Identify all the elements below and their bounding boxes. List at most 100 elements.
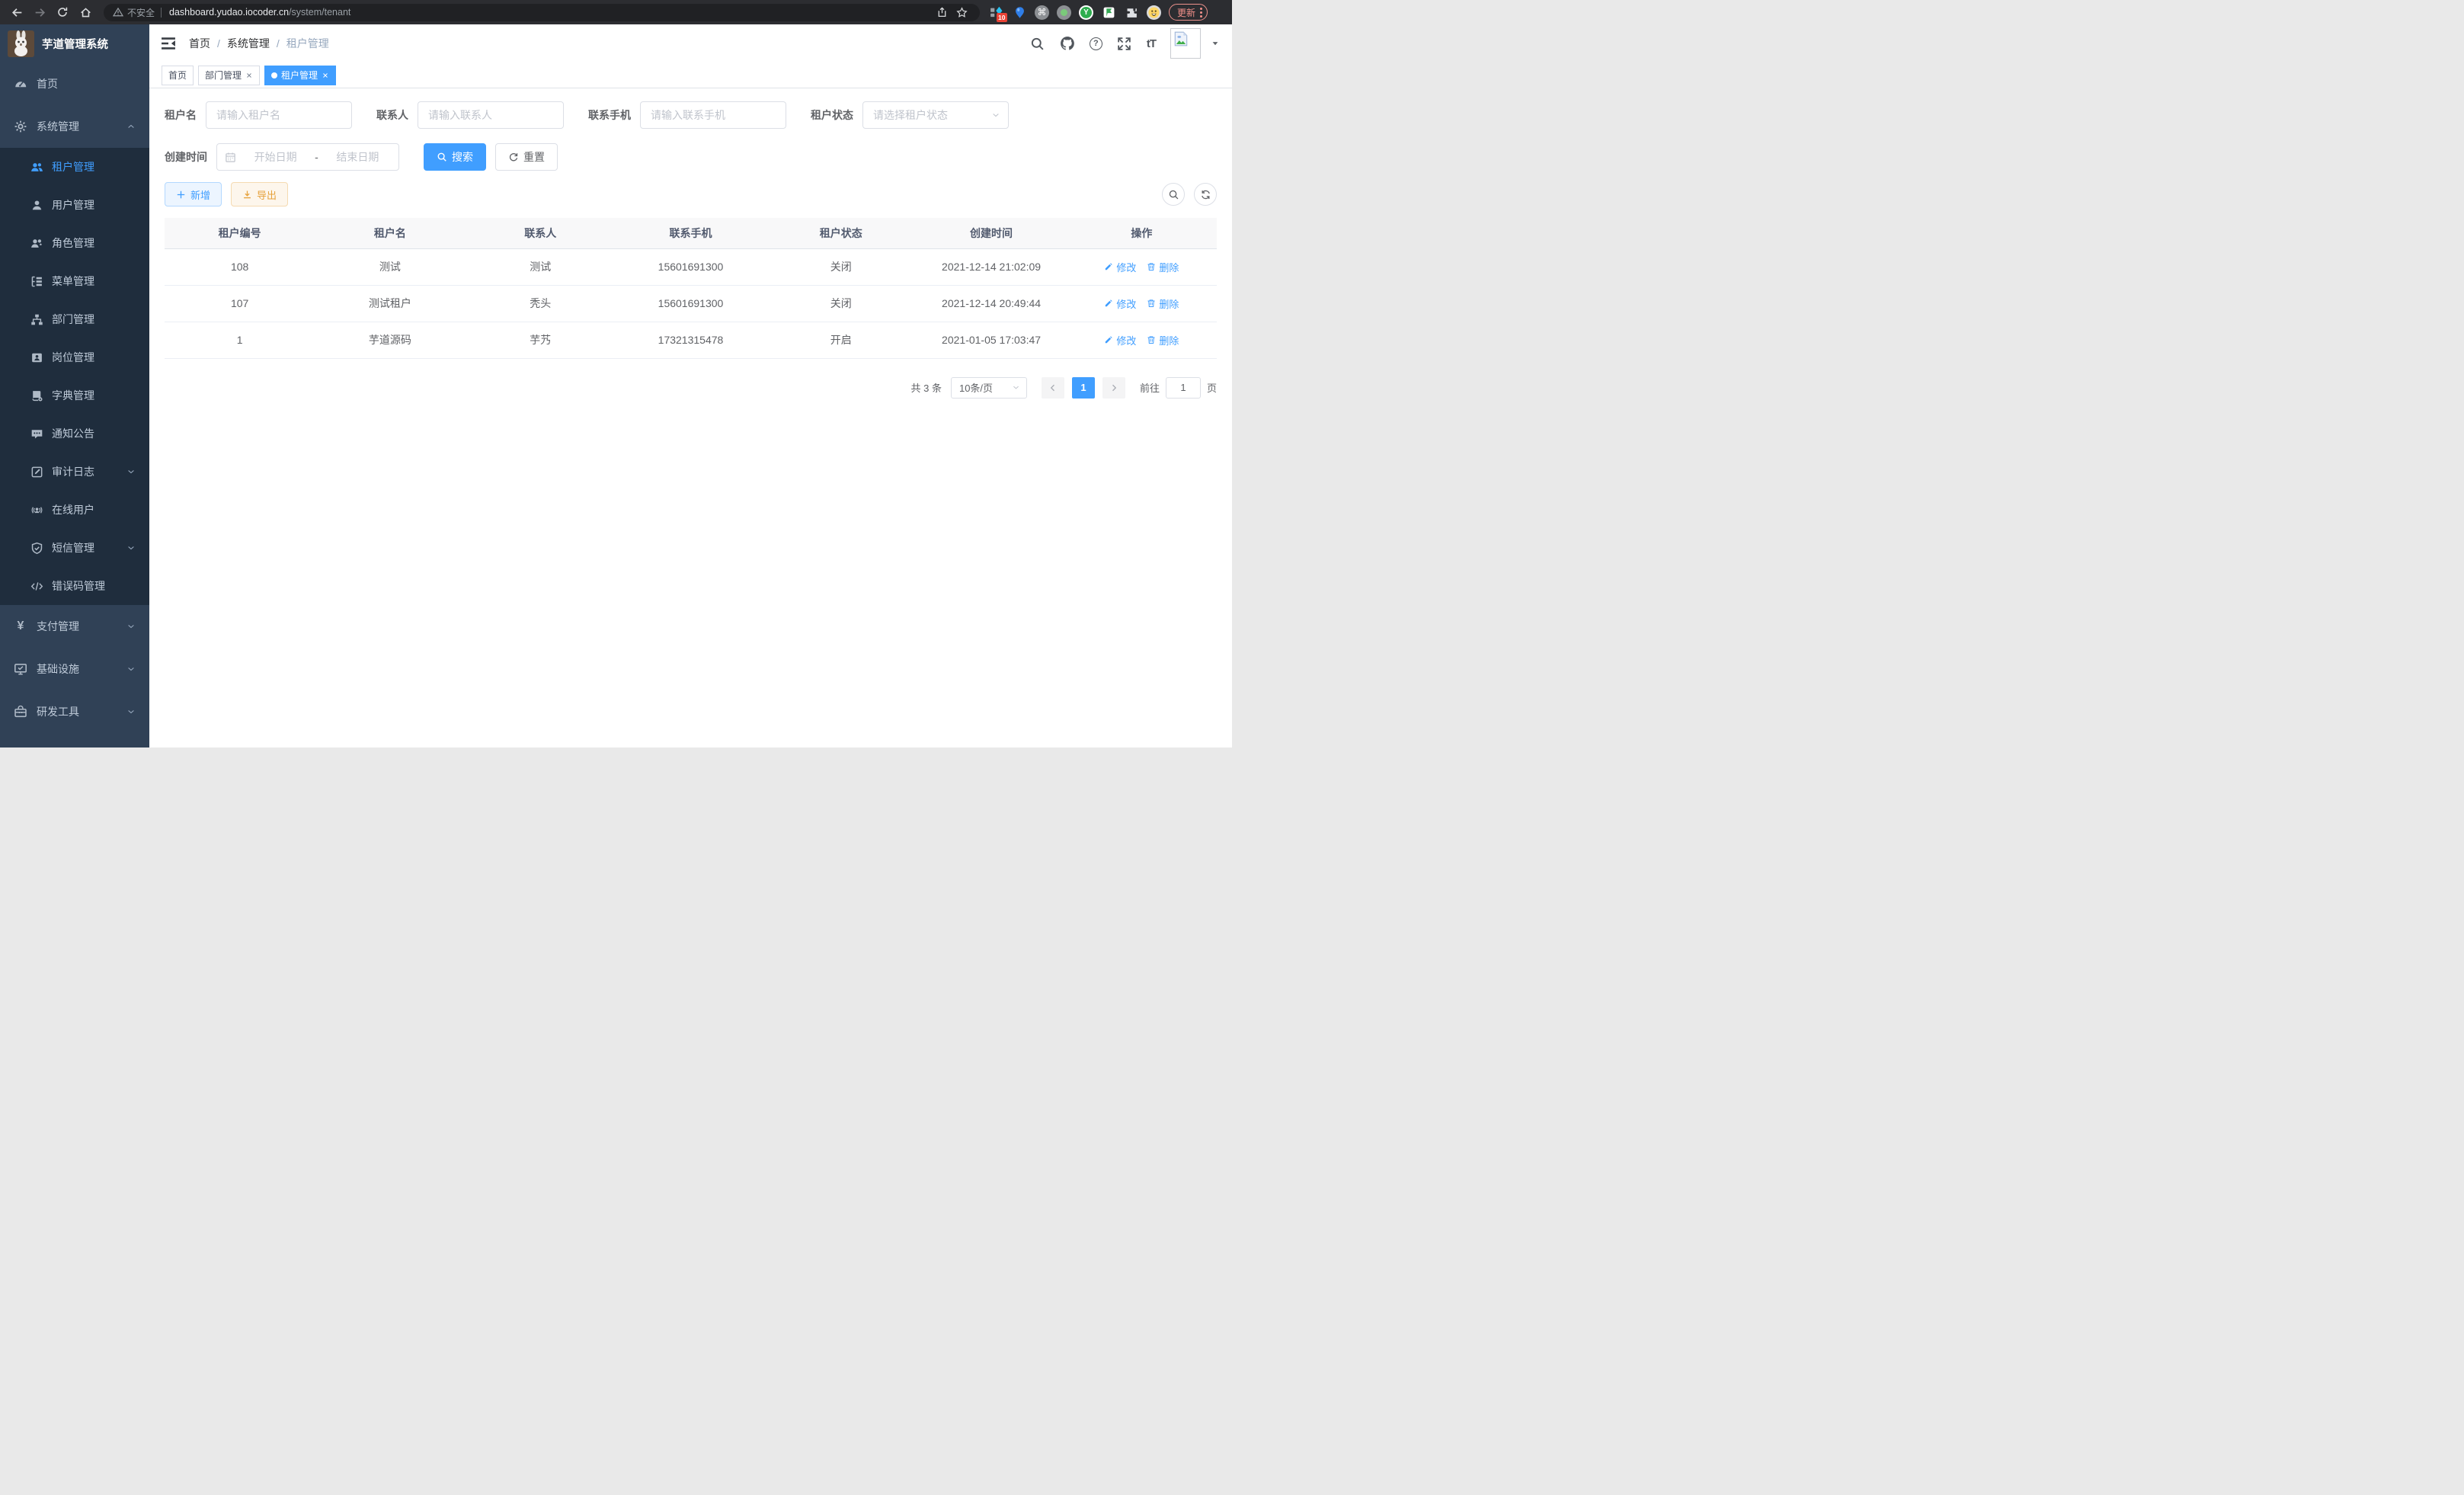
sidebar-item-role[interactable]: 角色管理 — [0, 224, 149, 262]
status-select[interactable]: 请选择租户状态 — [862, 101, 1009, 129]
extension-green-dot-icon[interactable] — [1057, 5, 1071, 20]
edit-link[interactable]: 修改 — [1104, 296, 1136, 311]
browser-forward-button[interactable] — [30, 3, 49, 21]
cell-tenant-id: 108 — [165, 248, 315, 285]
close-icon[interactable] — [245, 72, 253, 79]
extension-devtools-icon[interactable]: 10 — [989, 5, 1004, 20]
sidebar-item-tenant[interactable]: 租户管理 — [0, 148, 149, 186]
org-chart-icon — [30, 313, 43, 326]
sidebar-item-label: 通知公告 — [52, 426, 94, 441]
fullscreen-icon[interactable] — [1117, 36, 1132, 51]
sidebar-item-online-users[interactable]: 在线用户 — [0, 491, 149, 529]
sidebar-item-dept[interactable]: 部门管理 — [0, 300, 149, 338]
browser-reload-button[interactable] — [53, 3, 72, 21]
cell-contact: 芋艿 — [466, 322, 616, 358]
sidebar-item-notice[interactable]: 通知公告 — [0, 415, 149, 453]
sidebar-item-label: 审计日志 — [52, 464, 94, 479]
warning-triangle-icon — [113, 7, 123, 18]
sidebar-collapse-button[interactable] — [160, 35, 177, 52]
browser-home-button[interactable] — [76, 3, 94, 21]
header-search-icon[interactable] — [1030, 36, 1045, 51]
sidebar-item-post[interactable]: 岗位管理 — [0, 338, 149, 376]
goto-label: 前往 — [1140, 380, 1160, 395]
reset-button[interactable]: 重置 — [495, 143, 558, 171]
sidebar-item-label: 支付管理 — [37, 619, 79, 634]
cell-contact: 秃头 — [466, 285, 616, 322]
browser-update-button[interactable]: 更新 — [1169, 4, 1208, 21]
sidebar-item-user[interactable]: 用户管理 — [0, 186, 149, 224]
sidebar-item-infra[interactable]: 基础设施 — [0, 648, 149, 690]
browser-menu-kebab-icon[interactable] — [1200, 8, 1202, 18]
goto-page-input[interactable] — [1166, 377, 1201, 399]
sidebar-item-home[interactable]: 首页 — [0, 62, 149, 105]
extensions-puzzle-icon[interactable] — [1124, 5, 1139, 20]
search-button[interactable]: 搜索 — [424, 143, 486, 171]
share-button[interactable] — [933, 3, 951, 21]
avatar-caret-icon[interactable] — [1211, 39, 1220, 48]
chevron-down-icon — [126, 664, 136, 674]
breadcrumb-home[interactable]: 首页 — [189, 36, 210, 51]
export-button[interactable]: 导出 — [231, 182, 288, 206]
extension-flag-icon[interactable] — [1101, 5, 1116, 20]
browser-back-button[interactable] — [8, 3, 26, 21]
prev-page-button[interactable] — [1042, 377, 1064, 399]
sidebar-item-sms[interactable]: 短信管理 — [0, 529, 149, 567]
add-button[interactable]: 新增 — [165, 182, 222, 206]
tab-tenant[interactable]: 租户管理 — [264, 66, 336, 85]
user-avatar[interactable] — [1170, 28, 1201, 59]
font-size-icon[interactable]: tT — [1147, 37, 1156, 50]
breadcrumb-separator: / — [217, 37, 220, 50]
page-size-select[interactable]: 10条/页 — [951, 377, 1027, 399]
sidebar-item-dict[interactable]: 字典管理 — [0, 376, 149, 415]
extension-y-icon[interactable]: Y — [1079, 5, 1093, 20]
security-label: 不安全 — [127, 6, 155, 19]
cell-actions: 修改删除 — [1067, 285, 1217, 322]
tab-dept[interactable]: 部门管理 — [198, 66, 260, 85]
create-time-range-picker[interactable]: 开始日期 - 结束日期 — [216, 143, 399, 171]
announcement-icon — [30, 427, 43, 440]
sidebar-item-devtools[interactable]: 研发工具 — [0, 690, 149, 733]
extension-balloon-icon[interactable] — [1012, 5, 1027, 20]
chevron-down-icon — [126, 707, 136, 716]
extension-command-icon[interactable]: ⌘ — [1035, 5, 1049, 20]
cell-actions: 修改删除 — [1067, 248, 1217, 285]
breadcrumb-system[interactable]: 系统管理 — [227, 36, 270, 51]
shield-check-icon — [30, 542, 43, 555]
sidebar-item-menu[interactable]: 菜单管理 — [0, 262, 149, 300]
yen-icon: ¥ — [14, 619, 27, 633]
toggle-search-button[interactable] — [1162, 183, 1185, 206]
page-number-1[interactable]: 1 — [1072, 377, 1095, 399]
users-icon — [30, 161, 43, 174]
contact-input[interactable] — [418, 101, 564, 129]
address-bar[interactable]: 不安全 dashboard.yudao.iocoder.cn/system/te… — [104, 4, 980, 21]
bookmark-star-button[interactable] — [952, 3, 971, 21]
edit-link[interactable]: 修改 — [1104, 333, 1136, 347]
close-icon[interactable] — [322, 72, 329, 79]
download-icon — [242, 190, 252, 200]
trash-icon — [1147, 262, 1156, 271]
help-icon[interactable]: ? — [1090, 37, 1102, 50]
github-icon[interactable] — [1060, 36, 1075, 51]
profile-avatar-icon[interactable] — [1147, 5, 1161, 20]
breadcrumb-separator: / — [277, 37, 280, 50]
delete-link[interactable]: 删除 — [1147, 333, 1179, 347]
sidebar-item-error-code[interactable]: 错误码管理 — [0, 567, 149, 605]
home-icon — [79, 6, 92, 19]
refresh-icon — [1200, 189, 1211, 200]
tenant-name-input[interactable] — [206, 101, 352, 129]
sidebar-item-pay[interactable]: ¥ 支付管理 — [0, 605, 149, 648]
chevron-left-icon — [1048, 383, 1058, 392]
sidebar-item-system[interactable]: 系统管理 — [0, 105, 149, 148]
delete-link[interactable]: 删除 — [1147, 296, 1179, 311]
delete-link[interactable]: 删除 — [1147, 260, 1179, 274]
sidebar-item-audit-log[interactable]: 审计日志 — [0, 453, 149, 491]
next-page-button[interactable] — [1102, 377, 1125, 399]
edit-link[interactable]: 修改 — [1104, 260, 1136, 274]
sidebar-logo[interactable]: 芋道管理系统 — [0, 24, 149, 62]
cell-mobile: 15601691300 — [616, 248, 766, 285]
forward-arrow-icon — [34, 6, 46, 19]
page-content: 租户名 联系人 联系手机 租户状态 请选择租户状态 — [149, 88, 1232, 748]
refresh-table-button[interactable] — [1194, 183, 1217, 206]
tab-home[interactable]: 首页 — [162, 66, 194, 85]
mobile-input[interactable] — [640, 101, 786, 129]
